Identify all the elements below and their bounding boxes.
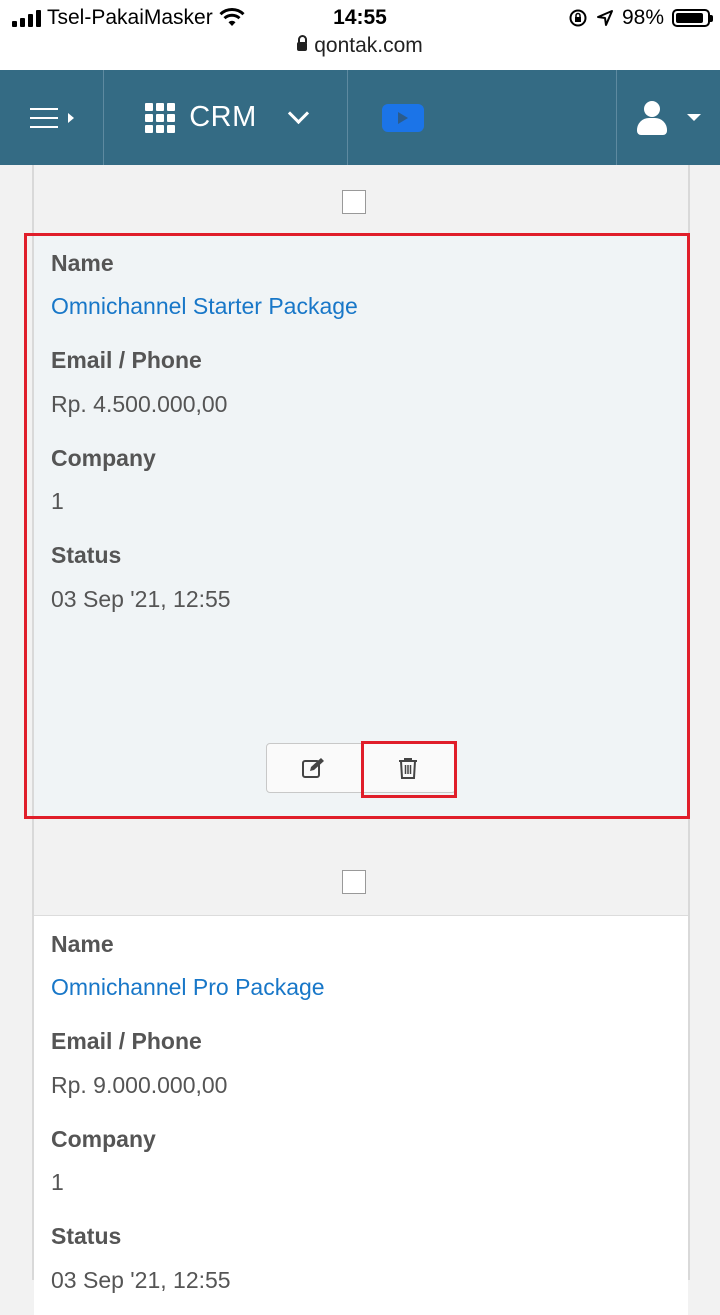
company-value: 1	[51, 1169, 64, 1195]
status-value: 03 Sep '21, 12:55	[51, 586, 231, 612]
expand-arrow-icon	[67, 112, 74, 123]
select-record-checkbox[interactable]	[342, 870, 366, 894]
status-bar: Tsel-PakaiMasker 14:55 98% qontak.com	[0, 0, 720, 70]
name-label: Name	[51, 931, 114, 957]
email-phone-label: Email / Phone	[51, 1028, 202, 1054]
record-card: Name Omnichannel Starter Package Email /…	[34, 235, 688, 817]
user-menu-button[interactable]	[617, 70, 720, 165]
edit-icon	[301, 758, 324, 778]
app-navbar: CRM	[0, 70, 720, 165]
app-switcher-label: CRM	[189, 101, 257, 133]
url-text: qontak.com	[314, 34, 423, 57]
app-switcher-dropdown[interactable]: CRM	[104, 70, 347, 165]
chevron-down-icon	[287, 102, 309, 125]
delete-button[interactable]	[360, 744, 456, 792]
email-phone-value: Rp. 4.500.000,00	[51, 391, 228, 417]
battery-percent: 98%	[621, 6, 664, 29]
rotation-lock-icon	[569, 9, 587, 27]
apps-grid-icon	[145, 102, 176, 133]
user-icon	[636, 100, 667, 135]
lock-icon	[297, 35, 308, 51]
location-arrow-icon	[596, 10, 613, 26]
email-phone-value: Rp. 9.000.000,00	[51, 1072, 228, 1098]
record-name-link[interactable]: Omnichannel Starter Package	[51, 293, 358, 320]
company-label: Company	[51, 445, 156, 471]
record-list: Name Omnichannel Starter Package Email /…	[0, 165, 720, 1315]
select-record-checkbox[interactable]	[342, 190, 366, 214]
status-label: Status	[51, 1223, 122, 1249]
hamburger-menu-icon	[29, 107, 60, 128]
caret-down-icon	[686, 114, 701, 121]
youtube-play-icon	[382, 103, 424, 132]
edit-button[interactable]	[267, 744, 361, 792]
record-card: Name Omnichannel Pro Package Email / Pho…	[34, 915, 688, 1315]
email-phone-label: Email / Phone	[51, 347, 202, 373]
status-value: 03 Sep '21, 12:55	[51, 1267, 231, 1293]
trash-icon	[399, 758, 418, 779]
video-tutorial-button[interactable]	[348, 70, 616, 165]
status-icons: 98%	[568, 6, 713, 30]
url-bar[interactable]: qontak.com	[0, 34, 720, 58]
sidebar-toggle-button[interactable]	[0, 70, 103, 165]
record-name-link[interactable]: Omnichannel Pro Package	[51, 974, 325, 1001]
record-action-group	[266, 743, 456, 793]
company-value: 1	[51, 488, 64, 514]
battery-icon	[672, 9, 713, 27]
status-label: Status	[51, 542, 122, 568]
company-label: Company	[51, 1126, 156, 1152]
name-label: Name	[51, 250, 114, 276]
